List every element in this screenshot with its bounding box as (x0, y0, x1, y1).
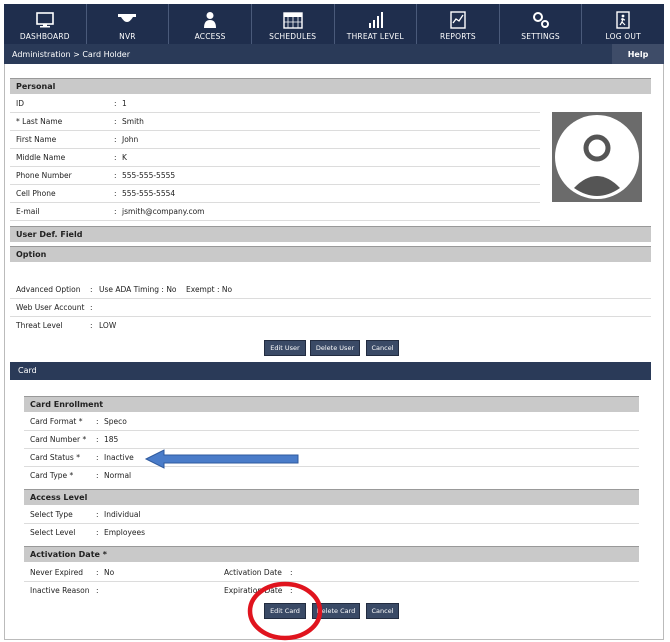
row-card-format: Card Format *: Speco (24, 413, 639, 431)
card-type-value: Normal (104, 471, 132, 480)
section-activation-date: Activation Date * (24, 546, 639, 562)
section-access-level: Access Level (24, 489, 639, 505)
card-number-value: 185 (104, 435, 119, 444)
row-card-type: Card Type *: Normal (24, 467, 639, 485)
row-advanced-option: Advanced Option: Use ADA Timing : No Exemp… (10, 281, 651, 299)
nav-label: SETTINGS (521, 32, 560, 41)
section-option: Option (10, 246, 651, 262)
nav-nvr[interactable]: NVR (87, 4, 170, 44)
section-personal: Personal (10, 78, 651, 94)
ada-timing-value: Use ADA Timing : No (99, 285, 177, 294)
nav-label: THREAT LEVEL (346, 32, 404, 41)
phone-value: 555-555-5555 (122, 171, 176, 180)
top-navigation: DASHBOARD NVR ACCESS SCHEDULES THREAT LE… (4, 4, 664, 44)
camera-dome-icon (116, 10, 138, 30)
delete-user-button[interactable]: Delete User (310, 340, 360, 356)
row-middle-name: Middle Name: K (10, 149, 540, 167)
row-select-level: Select Level: Employees (24, 524, 639, 542)
email-value: jsmith@company.com (122, 207, 205, 216)
nav-label: REPORTS (440, 32, 476, 41)
cancel-user-button[interactable]: Cancel (366, 340, 399, 356)
report-icon (447, 10, 469, 30)
last-name-value: Smith (122, 117, 144, 126)
card-format-value: Speco (104, 417, 127, 426)
section-user-def-field: User Def. Field (10, 226, 651, 242)
section-card-enrollment: Card Enrollment (24, 396, 639, 412)
help-button[interactable]: Help (612, 44, 664, 64)
row-cell-phone: Cell Phone:555-555-5554 (10, 185, 540, 203)
bar-level-icon (364, 10, 386, 30)
row-threat-level: Threat Level: LOW (10, 317, 651, 335)
row-email: E-mail: jsmith@company.com (10, 203, 540, 221)
row-phone: Phone Number:555-555-5555 (10, 167, 540, 185)
avatar-placeholder-icon (555, 115, 639, 199)
nav-label: DASHBOARD (19, 32, 70, 41)
nav-dashboard[interactable]: DASHBOARD (4, 4, 87, 44)
cancel-card-button[interactable]: Cancel (366, 603, 399, 619)
avatar[interactable] (552, 112, 642, 202)
select-level-value: Employees (104, 528, 146, 537)
nav-access[interactable]: ACCESS (169, 4, 252, 44)
row-last-name: * Last Name: Smith (10, 113, 540, 131)
row-web-user: Web User Account: (10, 299, 651, 317)
card-status-value: Inactive (104, 453, 134, 462)
person-icon (199, 10, 221, 30)
nav-logout[interactable]: LOG OUT (582, 4, 664, 44)
breadcrumb: Administration > Card Holder (12, 49, 131, 59)
nav-threat-level[interactable]: THREAT LEVEL (335, 4, 418, 44)
never-expired-value: No (104, 568, 115, 577)
row-first-name: First Name: John (10, 131, 540, 149)
section-card: Card (10, 362, 651, 380)
breadcrumb-bar: Administration > Card Holder Help (4, 44, 664, 64)
highlight-circle-icon (247, 581, 323, 641)
nav-reports[interactable]: REPORTS (417, 4, 500, 44)
nav-label: SCHEDULES (269, 32, 317, 41)
id-value: 1 (122, 99, 127, 108)
monitor-icon (34, 10, 56, 30)
first-name-value: John (122, 135, 139, 144)
exit-icon (612, 10, 634, 30)
middle-name-value: K (122, 153, 127, 162)
nav-label: ACCESS (194, 32, 226, 41)
row-card-status: Card Status *: Inactive (24, 449, 639, 467)
cell-phone-value: 555-555-5554 (122, 189, 176, 198)
row-id: ID:1 (10, 95, 540, 113)
nav-label: LOG OUT (605, 32, 641, 41)
nav-schedules[interactable]: SCHEDULES (252, 4, 335, 44)
nav-label: NVR (119, 32, 136, 41)
row-inactive-reason: Inactive Reason: Expiration Date: (30, 586, 293, 595)
calendar-icon (282, 10, 304, 30)
nav-settings[interactable]: SETTINGS (500, 4, 583, 44)
row-select-type: Select Type: Individual (24, 506, 639, 524)
edit-user-button[interactable]: Edit User (264, 340, 306, 356)
row-never-expired: Never Expired: No Activation Date: (24, 564, 639, 582)
annotation-arrow-icon (144, 449, 299, 469)
row-card-number: Card Number *:185 (24, 431, 639, 449)
exempt-value: Exempt : No (186, 285, 233, 294)
gear-icon (530, 10, 552, 30)
threat-level-value: LOW (99, 321, 117, 330)
select-type-value: Individual (104, 510, 141, 519)
